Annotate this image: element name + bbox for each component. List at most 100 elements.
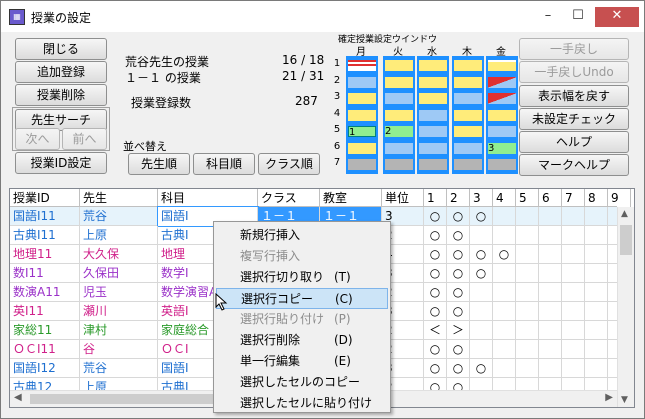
maximize-button[interactable]: ☐ bbox=[565, 7, 591, 27]
slot-0-2[interactable] bbox=[348, 93, 376, 104]
slot-4-6[interactable] bbox=[488, 159, 516, 170]
menu-item-7[interactable]: 選択したセルのコピー bbox=[216, 372, 388, 393]
period-mark-5[interactable] bbox=[516, 340, 539, 359]
scroll-thumb[interactable] bbox=[620, 225, 632, 255]
slot-1-0[interactable] bbox=[385, 60, 413, 71]
period-mark-8[interactable] bbox=[585, 283, 608, 302]
slot-3-5[interactable] bbox=[454, 142, 482, 154]
help-button[interactable]: ヘルプ bbox=[519, 131, 629, 153]
period-mark-7[interactable] bbox=[562, 264, 585, 283]
period-mark-6[interactable] bbox=[539, 302, 562, 321]
next-button[interactable]: 次へ bbox=[15, 128, 60, 150]
period-mark-8[interactable] bbox=[585, 245, 608, 264]
cell-id[interactable]: 国語Ⅰ12 bbox=[10, 359, 80, 378]
close-window-button[interactable]: ✕ bbox=[595, 7, 639, 27]
period-mark-8[interactable] bbox=[585, 264, 608, 283]
slot-1-6[interactable] bbox=[385, 159, 413, 170]
period-mark-3[interactable]: ○ bbox=[470, 359, 493, 378]
period-mark-8[interactable] bbox=[585, 359, 608, 378]
slot-2-6[interactable] bbox=[419, 159, 447, 170]
period-mark-8[interactable] bbox=[585, 340, 608, 359]
cell-teacher[interactable]: 津村 bbox=[80, 321, 158, 340]
slot-0-5[interactable] bbox=[348, 142, 376, 154]
sort-class-button[interactable]: クラス順 bbox=[258, 153, 320, 175]
period-mark-4[interactable] bbox=[493, 264, 516, 283]
period-mark-4[interactable] bbox=[493, 359, 516, 378]
period-mark-7[interactable] bbox=[562, 207, 585, 226]
day-column-3[interactable] bbox=[452, 56, 484, 174]
cell-id[interactable]: 数演A11 bbox=[10, 283, 80, 302]
period-mark-2[interactable]: ○ bbox=[447, 264, 470, 283]
period-mark-8[interactable] bbox=[585, 302, 608, 321]
cell-teacher[interactable]: 上原 bbox=[80, 226, 158, 245]
period-mark-7[interactable] bbox=[562, 359, 585, 378]
period-mark-3[interactable]: ○ bbox=[470, 207, 493, 226]
cell-teacher[interactable]: 荒谷 bbox=[80, 359, 158, 378]
add-register-button[interactable]: 追加登録 bbox=[15, 61, 107, 83]
reset-width-button[interactable]: 表示幅を戻す bbox=[519, 85, 629, 107]
period-mark-6[interactable] bbox=[539, 245, 562, 264]
lesson-id-setting-button[interactable]: 授業ID設定 bbox=[15, 152, 107, 174]
cell-id[interactable]: 国語Ⅰ11 bbox=[10, 207, 80, 226]
menu-item-6[interactable]: 単一行編集 (E) bbox=[216, 351, 388, 372]
period-mark-5[interactable] bbox=[516, 321, 539, 340]
slot-2-0[interactable] bbox=[419, 60, 447, 71]
period-mark-1[interactable]: ＜ bbox=[424, 321, 447, 340]
menu-item-0[interactable]: 新規行挿入 bbox=[216, 225, 388, 246]
period-mark-6[interactable] bbox=[539, 321, 562, 340]
slot-4-4[interactable] bbox=[488, 126, 516, 137]
period-mark-7[interactable] bbox=[562, 321, 585, 340]
day-column-2[interactable] bbox=[417, 56, 449, 174]
period-mark-2[interactable]: ○ bbox=[447, 359, 470, 378]
vertical-scrollbar[interactable]: ▲ ▼ bbox=[617, 207, 634, 407]
period-mark-3[interactable]: ○ bbox=[470, 264, 493, 283]
menu-item-8[interactable]: 選択したセルに貼り付け bbox=[216, 393, 388, 414]
cell-id[interactable]: 家総11 bbox=[10, 321, 80, 340]
period-mark-5[interactable] bbox=[516, 264, 539, 283]
slot-2-4[interactable] bbox=[419, 126, 447, 137]
period-mark-2[interactable]: ＞ bbox=[447, 321, 470, 340]
slot-3-6[interactable] bbox=[454, 159, 482, 170]
slot-4-3[interactable] bbox=[488, 109, 516, 121]
scroll-down-icon[interactable]: ▼ bbox=[621, 395, 628, 405]
period-mark-2[interactable]: ○ bbox=[447, 245, 470, 264]
period-mark-8[interactable] bbox=[585, 321, 608, 340]
slot-2-1[interactable] bbox=[419, 76, 447, 88]
day-column-4[interactable]: 3 bbox=[486, 56, 518, 174]
sort-subject-button[interactable]: 科目順 bbox=[193, 153, 255, 175]
slot-0-4[interactable]: 1 bbox=[348, 126, 376, 138]
cell-teacher[interactable]: 久保田 bbox=[80, 264, 158, 283]
slot-1-2[interactable] bbox=[385, 93, 413, 104]
period-mark-1[interactable]: ○ bbox=[424, 283, 447, 302]
slot-3-0[interactable] bbox=[454, 60, 482, 71]
slot-1-3[interactable] bbox=[385, 109, 413, 121]
period-mark-6[interactable] bbox=[539, 340, 562, 359]
scroll-left-icon[interactable]: ◀ bbox=[14, 392, 22, 403]
cell-teacher[interactable]: 大久保 bbox=[80, 245, 158, 264]
slot-3-3[interactable] bbox=[454, 109, 482, 121]
slot-2-2[interactable] bbox=[419, 93, 447, 104]
period-mark-8[interactable] bbox=[585, 226, 608, 245]
slot-0-6[interactable] bbox=[348, 159, 376, 170]
period-mark-1[interactable]: ○ bbox=[424, 264, 447, 283]
period-mark-5[interactable] bbox=[516, 283, 539, 302]
column-header-1[interactable]: 先生 bbox=[80, 189, 158, 207]
period-mark-3[interactable] bbox=[470, 302, 493, 321]
period-mark-3[interactable] bbox=[470, 283, 493, 302]
period-mark-2[interactable]: ○ bbox=[447, 340, 470, 359]
period-mark-5[interactable] bbox=[516, 226, 539, 245]
prev-button[interactable]: 前へ bbox=[62, 128, 107, 150]
period-mark-4[interactable] bbox=[493, 226, 516, 245]
period-mark-6[interactable] bbox=[539, 264, 562, 283]
period-mark-5[interactable] bbox=[516, 207, 539, 226]
column-header-7[interactable]: 2 bbox=[447, 189, 470, 207]
column-header-10[interactable]: 5 bbox=[516, 189, 539, 207]
cell-id[interactable]: 古典Ⅰ11 bbox=[10, 226, 80, 245]
period-mark-5[interactable] bbox=[516, 245, 539, 264]
period-mark-3[interactable] bbox=[470, 226, 493, 245]
period-mark-7[interactable] bbox=[562, 283, 585, 302]
period-mark-2[interactable]: ○ bbox=[447, 302, 470, 321]
slot-0-0[interactable] bbox=[348, 60, 376, 71]
period-mark-4[interactable] bbox=[493, 302, 516, 321]
period-mark-8[interactable] bbox=[585, 207, 608, 226]
